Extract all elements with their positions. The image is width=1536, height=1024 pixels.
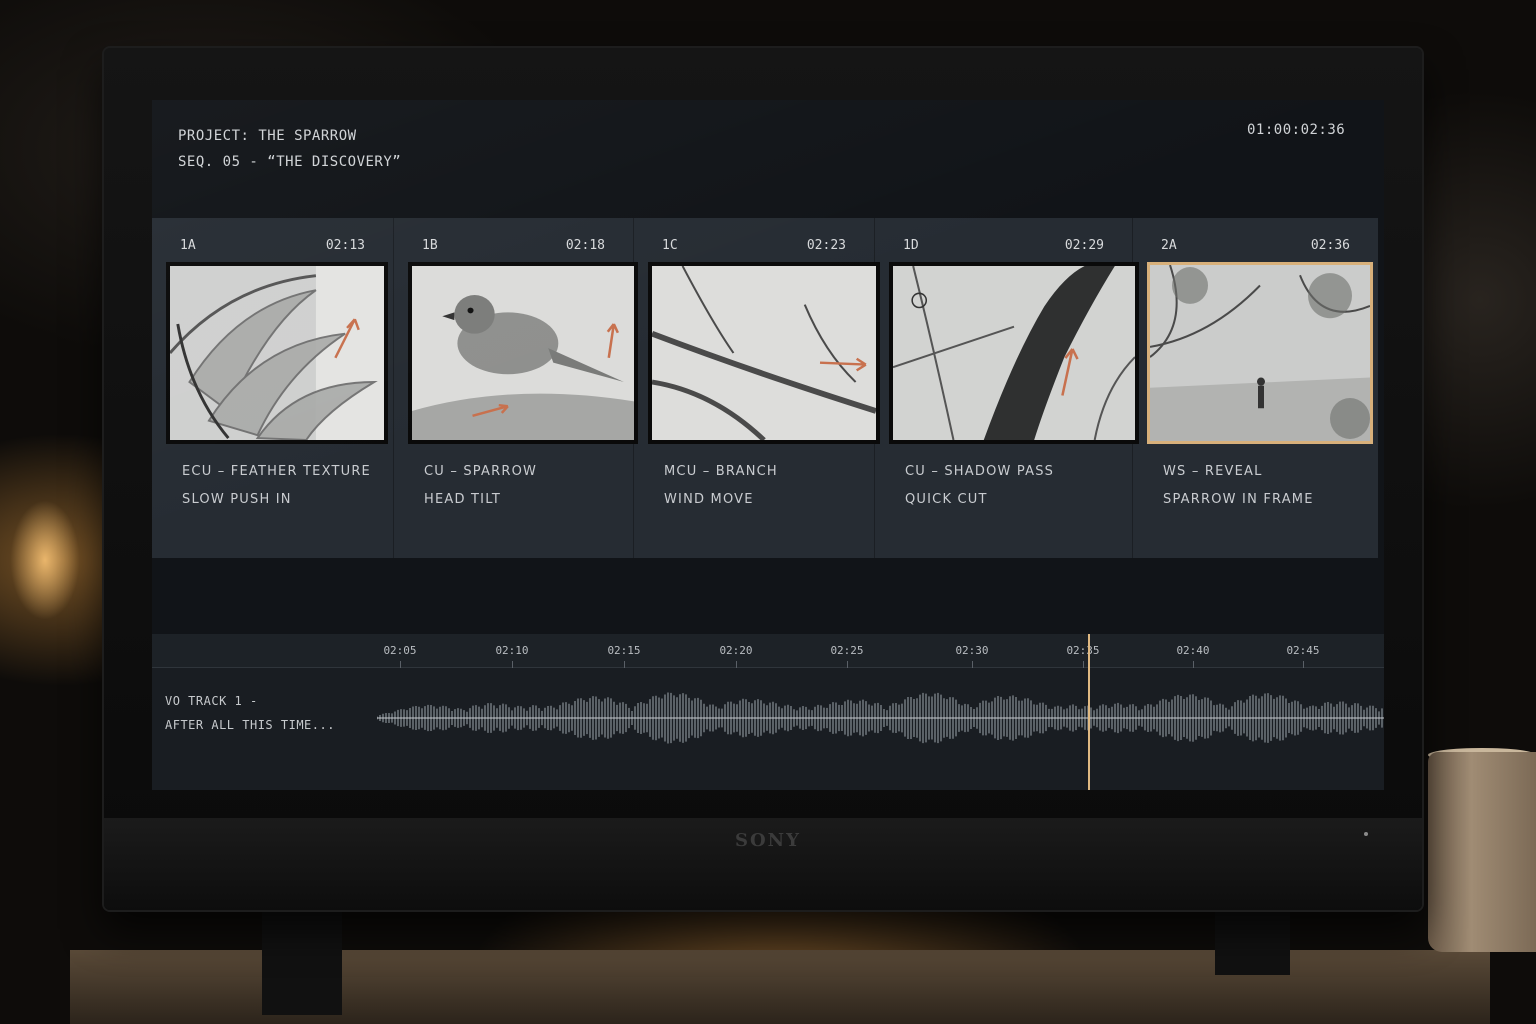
- ruler-tick-mark: [400, 661, 401, 668]
- track-name: VO TRACK 1 -: [165, 694, 258, 708]
- panel-shot-id: 1C: [662, 238, 678, 253]
- ruler-tick-mark: [972, 661, 973, 668]
- panel-sketch-sparrow[interactable]: [408, 262, 638, 444]
- audio-waveform[interactable]: [377, 678, 1384, 758]
- panel-sketch-branch[interactable]: [648, 262, 880, 444]
- ruler-tick-label: 02:25: [830, 644, 864, 657]
- track-caption: AFTER ALL THIS TIME...: [165, 718, 335, 732]
- panel-shot-description: MCU – BRANCH: [664, 464, 778, 479]
- coffee-mug: [1428, 752, 1536, 952]
- panel-timecode: 02:36: [1310, 238, 1350, 253]
- panel-sketch-shadow[interactable]: [889, 262, 1139, 444]
- ruler-tick-label: 02:05: [383, 644, 417, 657]
- panel-shot-id: 1D: [903, 238, 919, 253]
- storyboard-panel-1a[interactable]: 1A 02:13 ECU – FEATHER TEXTURE SLOW PUSH I…: [152, 218, 394, 558]
- panel-timecode: 02:18: [565, 238, 605, 253]
- power-led: [1364, 832, 1368, 836]
- ruler-tick-label: 02:15: [607, 644, 641, 657]
- panel-camera-note: WIND MOVE: [664, 492, 754, 507]
- lamp-glow: [10, 500, 80, 620]
- storyboard-strip: 1A 02:13 ECU – FEATHER TEXTURE SLOW PUSH I…: [152, 218, 1378, 558]
- storyboard-panel-1b[interactable]: 1B 02:18 CU – SPARROW HEAD TILT: [394, 218, 638, 558]
- ruler-tick-mark: [736, 661, 737, 668]
- playhead[interactable]: [1088, 634, 1090, 790]
- monitor-brand-logo: SONY: [735, 830, 801, 851]
- timeline-ruler[interactable]: 02:05 02:10 02:15 02:20 02:25 02:30 02:35 02:40…: [152, 634, 1384, 668]
- panel-timecode: 02:13: [325, 238, 365, 253]
- panel-sketch-feather[interactable]: [166, 262, 388, 444]
- panel-camera-note: SLOW PUSH IN: [182, 492, 292, 507]
- panel-shot-description: ECU – FEATHER TEXTURE: [182, 464, 371, 479]
- ruler-tick-mark: [624, 661, 625, 668]
- panel-camera-note: SPARROW IN FRAME: [1163, 492, 1314, 507]
- monitor-stand-left: [262, 905, 342, 1015]
- ruler-tick-label: 02:20: [719, 644, 753, 657]
- panel-shot-description: CU – SHADOW PASS: [905, 464, 1055, 479]
- ruler-tick-mark: [847, 661, 848, 668]
- ruler-tick-mark: [1193, 661, 1194, 668]
- sequence-title: SEQ. 05 - “THE DISCOVERY”: [178, 154, 402, 170]
- timecode-display: 01:00:02:36: [1247, 122, 1346, 138]
- panel-camera-note: QUICK CUT: [905, 492, 988, 507]
- ruler-tick-label: 02:30: [955, 644, 989, 657]
- panel-shot-description: CU – SPARROW: [424, 464, 538, 479]
- ruler-tick-label: 02:10: [495, 644, 529, 657]
- panel-timecode: 02:23: [806, 238, 846, 253]
- ruler-tick-mark: [1083, 661, 1084, 668]
- project-title: PROJECT: THE SPARROW: [178, 128, 357, 144]
- storyboard-panel-1c[interactable]: 1C 02:23 MCU – BRANCH WIND MOVE: [634, 218, 880, 558]
- ruler-tick-label: 02:45: [1286, 644, 1320, 657]
- panel-shot-id: 1B: [422, 238, 438, 253]
- storyboard-screen: PROJECT: THE SPARROW SEQ. 05 - “THE DISC…: [152, 100, 1384, 790]
- ruler-tick-label: 02:35: [1066, 644, 1100, 657]
- ruler-tick-mark: [512, 661, 513, 668]
- monitor-stand-right: [1215, 905, 1290, 975]
- ruler-tick-mark: [1303, 661, 1304, 668]
- ruler-tick-label: 02:40: [1176, 644, 1210, 657]
- storyboard-panel-2a[interactable]: 2A 02:36 WS – REVEAL SPARROW IN FRAME: [1133, 218, 1378, 558]
- panel-sketch-reveal[interactable]: [1147, 262, 1373, 444]
- panel-shot-id: 1A: [180, 238, 196, 253]
- panel-shot-description: WS – REVEAL: [1163, 464, 1263, 479]
- panel-camera-note: HEAD TILT: [424, 492, 501, 507]
- storyboard-panel-1d[interactable]: 1D 02:29 CU – SHADOW PASS QUICK CUT: [875, 218, 1139, 558]
- panel-timecode: 02:29: [1064, 238, 1104, 253]
- panel-shot-id: 2A: [1161, 238, 1177, 253]
